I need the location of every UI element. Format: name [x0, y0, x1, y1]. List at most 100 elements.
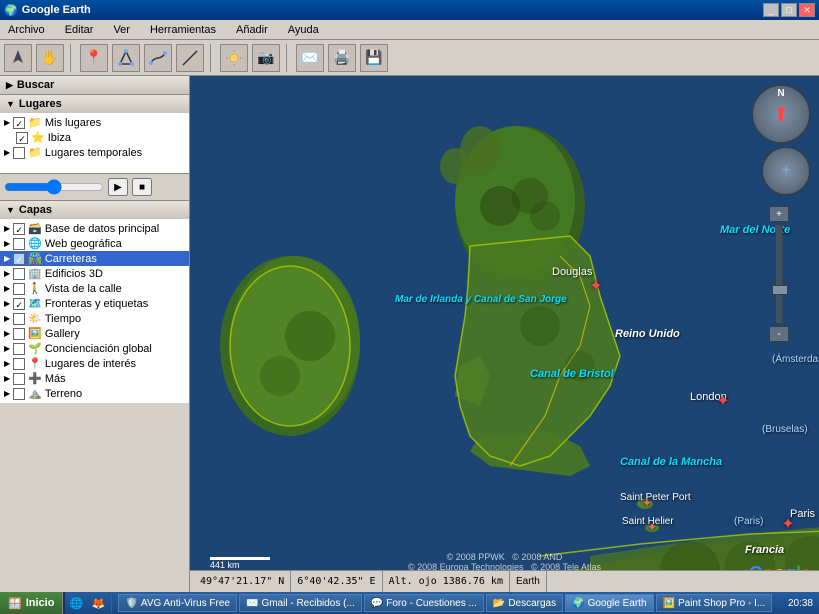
lugares-interes-item[interactable]: ▶ 📍 Lugares de interés — [0, 356, 189, 371]
nav-button[interactable] — [4, 44, 32, 72]
fronteras-icon: 🗺️ — [28, 297, 42, 310]
menu-herramientas[interactable]: Herramientas — [146, 22, 220, 38]
statusbar: 49°47'21.17" N 6°40'42.35" E Alt. ojo 13… — [190, 570, 819, 592]
terreno-icon: ⛰️ — [28, 387, 42, 400]
web-check[interactable] — [13, 238, 25, 250]
app-icon: 🌍 — [4, 4, 18, 17]
menubar: Archivo Editar Ver Herramientas Añadir A… — [0, 20, 819, 40]
concienciacion-item[interactable]: ▶ 🌱 Concienciación global — [0, 341, 189, 356]
web-geografica-item[interactable]: ▶ 🌐 Web geográfica — [0, 236, 189, 251]
mis-lugares-item[interactable]: ▶ 📁 Mis lugares — [0, 115, 189, 130]
placemark-button[interactable]: 📍 — [80, 44, 108, 72]
lugares-triangle: ▼ — [6, 99, 15, 109]
taskbar-paintshop[interactable]: 🖼️ Paint Shop Pro - I... — [656, 594, 773, 612]
print-button[interactable]: 🖨️ — [328, 44, 356, 72]
terreno-check[interactable] — [13, 388, 25, 400]
tiempo-item[interactable]: ▶ 🌤️ Tiempo — [0, 311, 189, 326]
play-button[interactable]: ▶ — [108, 178, 128, 196]
taskbar-items: 🛡️ AVG Anti-Virus Free ✉️ Gmail - Recibi… — [114, 593, 782, 613]
taskbar-descargas[interactable]: 📂 Descargas — [486, 594, 563, 612]
mis-lugares-check[interactable] — [13, 117, 25, 129]
expand-icon11: ▶ — [4, 344, 10, 353]
ie-button[interactable]: 🌐 — [65, 592, 87, 614]
fronteras-check[interactable] — [13, 298, 25, 310]
tiempo-icon: 🌤️ — [28, 312, 42, 325]
lugares-header[interactable]: ▼ Lugares — [0, 95, 189, 113]
mas-item[interactable]: ▶ ➕ Más — [0, 371, 189, 386]
taskbar-avg[interactable]: 🛡️ AVG Anti-Virus Free — [118, 594, 237, 612]
compass-n: N — [777, 88, 784, 99]
polygon-button[interactable] — [112, 44, 140, 72]
lugares-temporales-item[interactable]: ▶ 📁 Lugares temporales — [0, 145, 189, 160]
window-controls[interactable]: _ □ ✕ — [763, 3, 815, 17]
zoom-thumb[interactable] — [772, 285, 788, 295]
menu-ver[interactable]: Ver — [109, 22, 134, 38]
concienciacion-check[interactable] — [13, 343, 25, 355]
zoom-slider[interactable] — [4, 179, 104, 195]
firefox-button[interactable]: 🦊 — [87, 592, 109, 614]
path-button[interactable] — [144, 44, 172, 72]
carreteras-icon: 🛣️ — [28, 252, 42, 265]
menu-anadir[interactable]: Añadir — [232, 22, 272, 38]
edificios-check[interactable] — [13, 268, 25, 280]
slider-area: ▶ ■ — [0, 174, 189, 201]
mas-check[interactable] — [13, 373, 25, 385]
stop-button[interactable]: ■ — [132, 178, 152, 196]
folder-temp-icon: 📁 — [28, 146, 42, 159]
lugares-label: Lugares — [19, 98, 62, 110]
hand-button[interactable]: ✋ — [36, 44, 64, 72]
start-button[interactable]: 🪟 Inicio — [0, 592, 63, 614]
capas-header[interactable]: ▼ Capas — [0, 201, 189, 219]
close-button[interactable]: ✕ — [799, 3, 815, 17]
gallery-check[interactable] — [13, 328, 25, 340]
maximize-button[interactable]: □ — [781, 3, 797, 17]
lugares-interes-check[interactable] — [13, 358, 25, 370]
avg-icon: 🛡️ — [125, 598, 137, 609]
minimize-button[interactable]: _ — [763, 3, 779, 17]
zoom-out-button[interactable]: - — [769, 326, 789, 342]
expand-icon6: ▶ — [4, 269, 10, 278]
expand-icon4: ▶ — [4, 239, 10, 248]
compass[interactable]: N ⬆ — [751, 84, 811, 144]
menu-archivo[interactable]: Archivo — [4, 22, 49, 38]
zoom-control[interactable]: + - — [769, 206, 789, 342]
psp-icon: 🖼️ — [663, 598, 675, 609]
menu-ayuda[interactable]: Ayuda — [284, 22, 323, 38]
taskbar-google-earth[interactable]: 🌍 Google Earth — [565, 594, 653, 612]
vista-check[interactable] — [13, 283, 25, 295]
base-datos-check[interactable] — [13, 223, 25, 235]
quick-sep — [111, 594, 112, 612]
carreteras-check[interactable] — [13, 253, 25, 265]
sun-button[interactable] — [220, 44, 248, 72]
lugares-temp-check[interactable] — [13, 147, 25, 159]
photo-button[interactable]: 📷 — [252, 44, 280, 72]
taskbar-gmail[interactable]: ✉️ Gmail - Recibidos (... — [239, 594, 362, 612]
fronteras-item[interactable]: ▶ 🗺️ Fronteras y etiquetas — [0, 296, 189, 311]
gallery-item[interactable]: ▶ 🖼️ Gallery — [0, 326, 189, 341]
taskbar-foro[interactable]: 💬 Foro - Cuestiones ... — [364, 594, 484, 612]
map-area[interactable]: Mar del Norte Mar de Irlanda y Canal de … — [190, 76, 819, 592]
nav-ring[interactable]: + — [761, 146, 811, 196]
carreteras-item[interactable]: ▶ 🛣️ Carreteras — [0, 251, 189, 266]
terreno-item[interactable]: ▶ ⛰️ Terreno — [0, 386, 189, 401]
capas-triangle: ▼ — [6, 205, 15, 215]
buscar-header[interactable]: ▶ Buscar — [0, 76, 189, 94]
ibiza-item[interactable]: ⭐ Ibiza — [0, 130, 189, 145]
email-button[interactable]: ✉️ — [296, 44, 324, 72]
titlebar: 🌍 Google Earth _ □ ✕ — [0, 0, 819, 20]
zoom-in-button[interactable]: + — [769, 206, 789, 222]
expand-icon: ▶ — [4, 118, 10, 127]
buscar-triangle: ▶ — [6, 80, 13, 91]
gmail-icon: ✉️ — [246, 598, 258, 609]
edificios-item[interactable]: ▶ 🏢 Edificios 3D — [0, 266, 189, 281]
save-button[interactable]: 💾 — [360, 44, 388, 72]
expand-icon13: ▶ — [4, 374, 10, 383]
base-datos-item[interactable]: ▶ 🗃️ Base de datos principal — [0, 221, 189, 236]
earth-label: Earth — [510, 571, 547, 592]
ibiza-check[interactable] — [16, 132, 28, 144]
menu-editar[interactable]: Editar — [61, 22, 98, 38]
tiempo-check[interactable] — [13, 313, 25, 325]
measure-button[interactable] — [176, 44, 204, 72]
vista-calle-item[interactable]: ▶ 🚶 Vista de la calle — [0, 281, 189, 296]
nav-ring-inner: + — [781, 162, 790, 180]
